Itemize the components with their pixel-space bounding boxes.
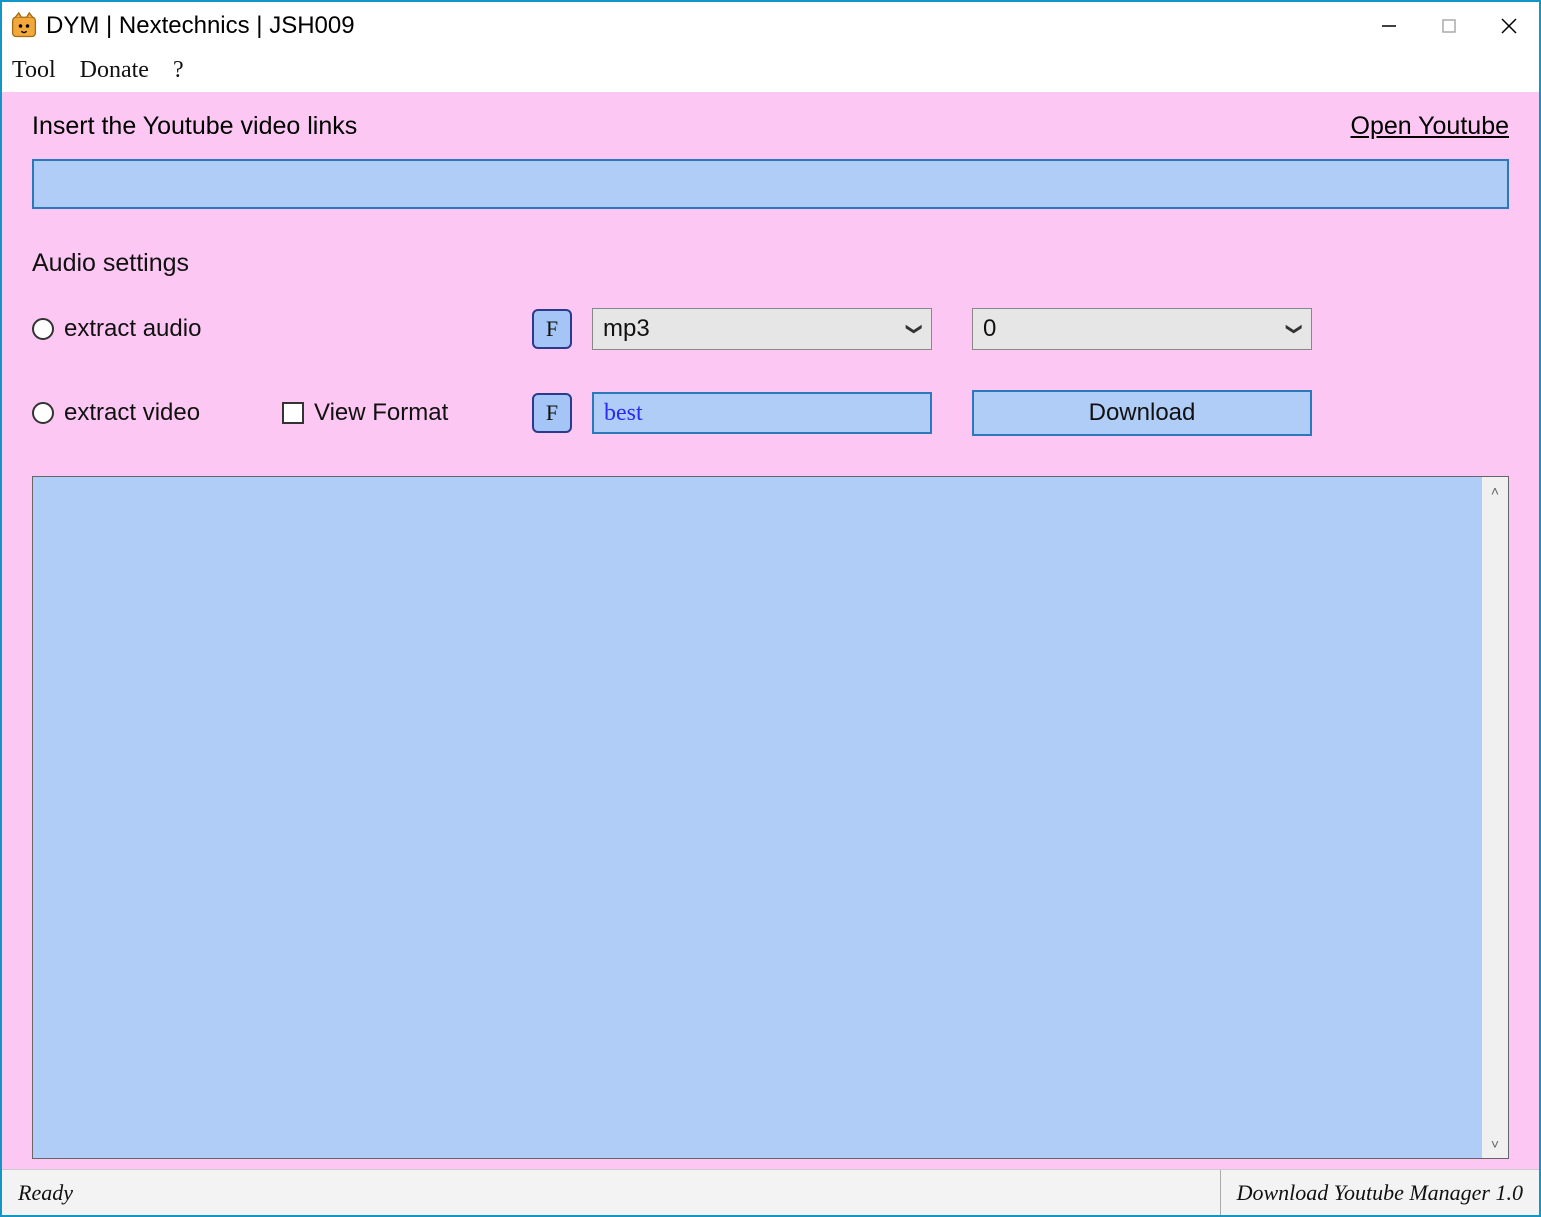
format-video-button[interactable]: F [532, 393, 572, 433]
audio-quality-value: 0 [983, 315, 996, 343]
extract-video-label: extract video [64, 399, 200, 427]
video-format-input[interactable]: best [592, 392, 932, 434]
video-format-value: best [604, 400, 643, 427]
application-window: DYM | Nextechnics | JSH009 Tool Donate ?… [0, 0, 1541, 1217]
format-audio-button[interactable]: F [532, 309, 572, 349]
output-panel: ˄ ˅ [32, 476, 1509, 1159]
download-button[interactable]: Download [972, 390, 1312, 436]
status-right: Download Youtube Manager 1.0 [1220, 1170, 1523, 1215]
close-button[interactable] [1479, 2, 1539, 50]
extract-video-radio[interactable] [32, 402, 54, 424]
open-youtube-link[interactable]: Open Youtube [1351, 112, 1510, 141]
app-icon [10, 12, 38, 40]
maximize-button[interactable] [1419, 2, 1479, 50]
main-panel: Insert the Youtube video links Open Yout… [2, 92, 1539, 1169]
insert-label: Insert the Youtube video links [32, 112, 357, 141]
window-controls [1359, 2, 1539, 50]
audio-format-value: mp3 [603, 315, 650, 343]
scroll-down-icon[interactable]: ˅ [1491, 1136, 1499, 1152]
extract-audio-radio[interactable] [32, 318, 54, 340]
output-scrollbar[interactable]: ˄ ˅ [1482, 477, 1508, 1158]
scroll-up-icon[interactable]: ˄ [1491, 483, 1499, 499]
titlebar: DYM | Nextechnics | JSH009 [2, 2, 1539, 50]
statusbar: Ready Download Youtube Manager 1.0 [2, 1169, 1539, 1215]
menubar: Tool Donate ? [2, 50, 1539, 92]
extract-audio-row: extract audio F mp3 ❯ 0 ❯ [32, 308, 1509, 350]
extract-audio-label: extract audio [64, 315, 201, 343]
chevron-down-icon: ❯ [904, 322, 924, 335]
url-input[interactable] [32, 159, 1509, 209]
window-title: DYM | Nextechnics | JSH009 [46, 12, 355, 40]
status-left: Ready [18, 1180, 73, 1206]
audio-quality-select[interactable]: 0 ❯ [972, 308, 1312, 350]
view-format-label: View Format [314, 399, 448, 427]
minimize-button[interactable] [1359, 2, 1419, 50]
audio-format-select[interactable]: mp3 ❯ [592, 308, 932, 350]
view-format-checkbox[interactable] [282, 402, 304, 424]
menu-donate[interactable]: Donate [80, 57, 149, 84]
menu-help[interactable]: ? [173, 57, 184, 84]
menu-tool[interactable]: Tool [12, 57, 56, 84]
chevron-down-icon: ❯ [1284, 322, 1304, 335]
extract-video-row: extract video View Format F best Downloa… [32, 390, 1509, 436]
audio-settings-label: Audio settings [32, 249, 1509, 278]
